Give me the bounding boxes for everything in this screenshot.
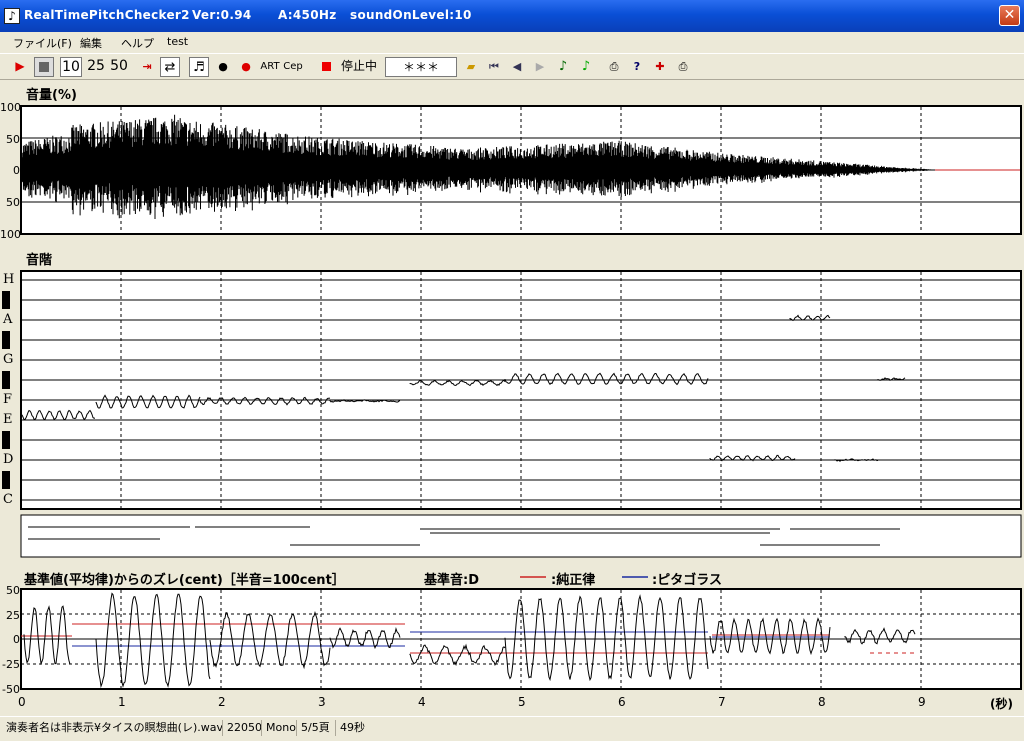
onset-frame [20, 514, 1022, 558]
status-channel: Mono [261, 720, 300, 736]
scale-panel [2, 270, 1022, 510]
black-key [2, 371, 10, 389]
black-key [2, 471, 10, 489]
status-page: 5/5頁 [296, 720, 334, 736]
status-sample-rate: 22050 [222, 720, 266, 736]
black-key [2, 331, 10, 349]
scale-frame [20, 270, 1022, 510]
black-key [2, 291, 10, 309]
status-duration: 49秒 [335, 720, 369, 736]
status-file: 演奏者名は非表示¥タイスの瞑想曲(レ).wav [6, 721, 223, 734]
volume-panel [20, 105, 1022, 235]
black-key [2, 431, 10, 449]
piano-keys [2, 291, 10, 489]
deviation-panel [20, 576, 1022, 690]
status-bar: 演奏者名は非表示¥タイスの瞑想曲(レ).wav 22050 Mono 5/5頁 … [0, 716, 1024, 741]
plot-canvas [2, 105, 1022, 690]
onset-strip [20, 514, 1022, 558]
